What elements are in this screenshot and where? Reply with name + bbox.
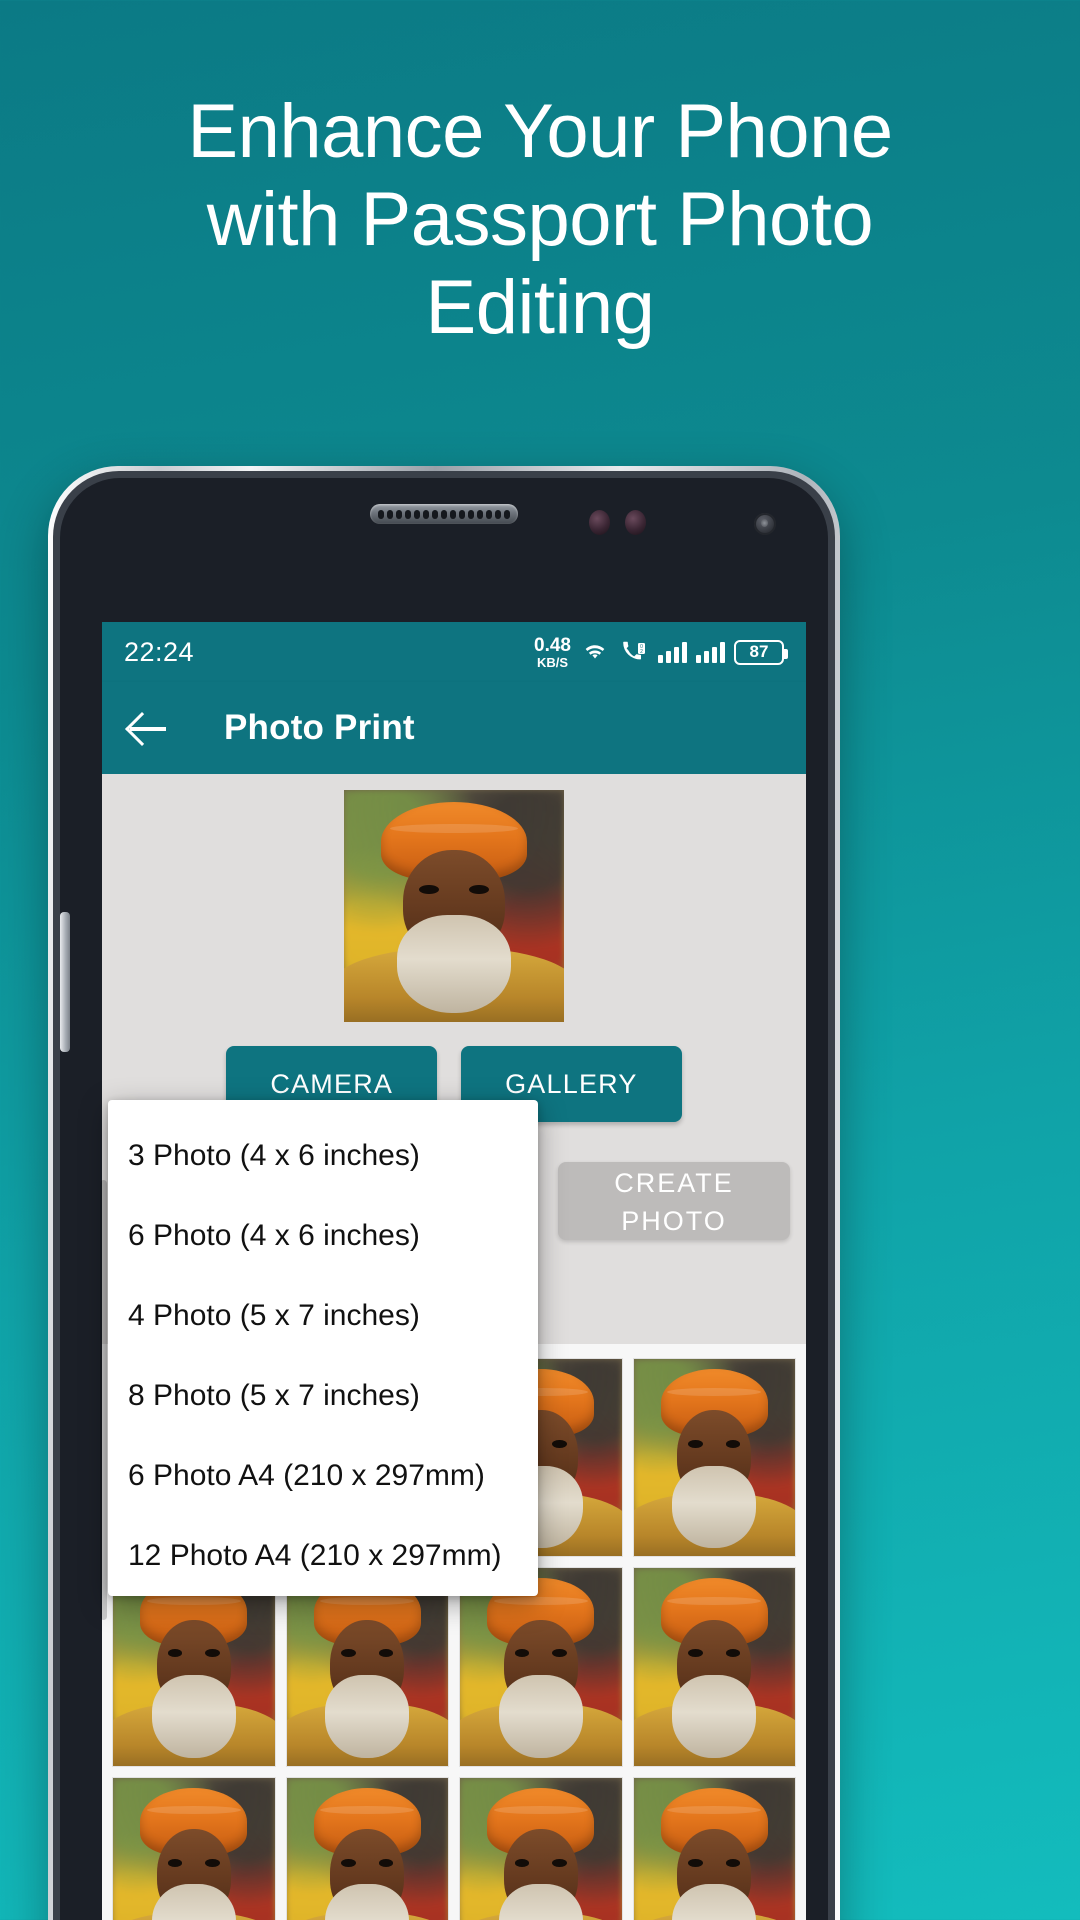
network-speed-indicator: 0.48 KB/S — [534, 636, 571, 669]
promo-headline: Enhance Your Phone with Passport Photo E… — [0, 88, 1080, 352]
dropdown-item-0[interactable]: 3 Photo (4 x 6 inches) — [108, 1116, 538, 1196]
svg-text:2: 2 — [640, 649, 643, 655]
wifi-icon — [585, 645, 605, 659]
dropdown-scrollbar[interactable] — [100, 1180, 107, 1620]
net-speed-value: 0.48 — [534, 634, 571, 656]
volume-button[interactable] — [60, 912, 70, 1052]
thumbnail[interactable] — [112, 1567, 276, 1767]
app-bar: Photo Print — [102, 682, 806, 774]
photo-size-dropdown-menu[interactable]: 3 Photo (4 x 6 inches) 6 Photo (4 x 6 in… — [108, 1100, 538, 1596]
thumbnail[interactable] — [632, 1567, 796, 1767]
thumbnail[interactable] — [632, 1776, 796, 1920]
earpiece-speaker-icon — [370, 504, 518, 524]
thumbnail[interactable] — [459, 1567, 623, 1767]
battery-level: 87 — [749, 642, 769, 661]
dropdown-item-2[interactable]: 4 Photo (5 x 7 inches) — [108, 1276, 538, 1356]
status-icons: 0.48 KB/S 0 2 87 — [534, 636, 788, 669]
front-flash-icon — [754, 513, 776, 535]
thumbnail[interactable] — [112, 1776, 276, 1920]
headline-line-2: with Passport Photo — [206, 177, 874, 262]
call-sim-icon: 0 2 — [623, 641, 645, 660]
create-photo-label-line2: PHOTO — [621, 1205, 727, 1236]
status-clock: 22:24 — [124, 636, 195, 667]
dropdown-item-4[interactable]: 6 Photo A4 (210 x 297mm) — [108, 1436, 538, 1516]
photo-preview[interactable] — [344, 790, 564, 1022]
front-sensor-icon — [625, 510, 646, 535]
thumbnail[interactable] — [632, 1358, 796, 1558]
portrait-image — [344, 790, 564, 1022]
dropdown-item-5[interactable]: 12 Photo A4 (210 x 297mm) — [108, 1516, 538, 1596]
battery-icon: 87 — [734, 639, 788, 665]
thumbnail[interactable] — [459, 1776, 623, 1920]
page-title: Photo Print — [224, 708, 415, 747]
back-arrow-icon[interactable] — [128, 708, 168, 748]
front-camera-icon — [589, 510, 610, 535]
signal-bars-icon-2 — [696, 641, 725, 663]
net-speed-unit: KB/S — [536, 654, 569, 670]
status-bar: 22:24 0.48 KB/S 0 2 87 — [102, 622, 806, 682]
headline-line-3: Editing — [425, 265, 655, 350]
create-photo-label-line1: CREATE — [614, 1167, 734, 1198]
dropdown-item-3[interactable]: 8 Photo (5 x 7 inches) — [108, 1356, 538, 1436]
thumbnail[interactable] — [285, 1567, 449, 1767]
thumbnail[interactable] — [285, 1776, 449, 1920]
dropdown-item-1[interactable]: 6 Photo (4 x 6 inches) — [108, 1196, 538, 1276]
signal-bars-icon-1 — [658, 641, 687, 663]
headline-line-1: Enhance Your Phone — [187, 89, 893, 174]
create-photo-button[interactable]: CREATE PHOTO — [558, 1162, 790, 1240]
